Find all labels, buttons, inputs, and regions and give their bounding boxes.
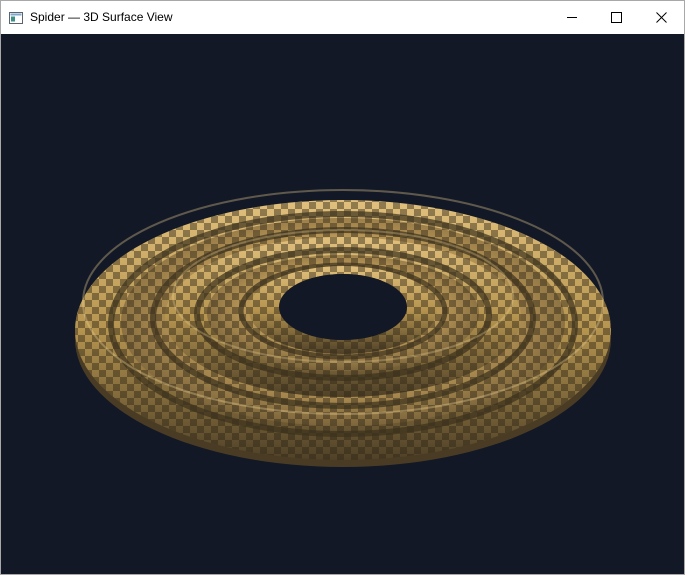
minimize-button[interactable] [549, 1, 595, 34]
center-hole [279, 274, 407, 340]
window-title: Spider — 3D Surface View [30, 10, 173, 24]
app-window: Spider — 3D Surface View [0, 0, 685, 575]
render-viewport[interactable] [1, 34, 684, 574]
close-icon [656, 12, 667, 23]
maximize-icon [611, 12, 622, 23]
title-bar[interactable]: Spider — 3D Surface View [1, 1, 684, 34]
app-window-icon [9, 11, 23, 24]
maximize-button[interactable] [595, 1, 641, 34]
minimize-icon [567, 17, 577, 18]
ring-surface-render [75, 189, 611, 467]
close-button[interactable] [639, 1, 685, 34]
